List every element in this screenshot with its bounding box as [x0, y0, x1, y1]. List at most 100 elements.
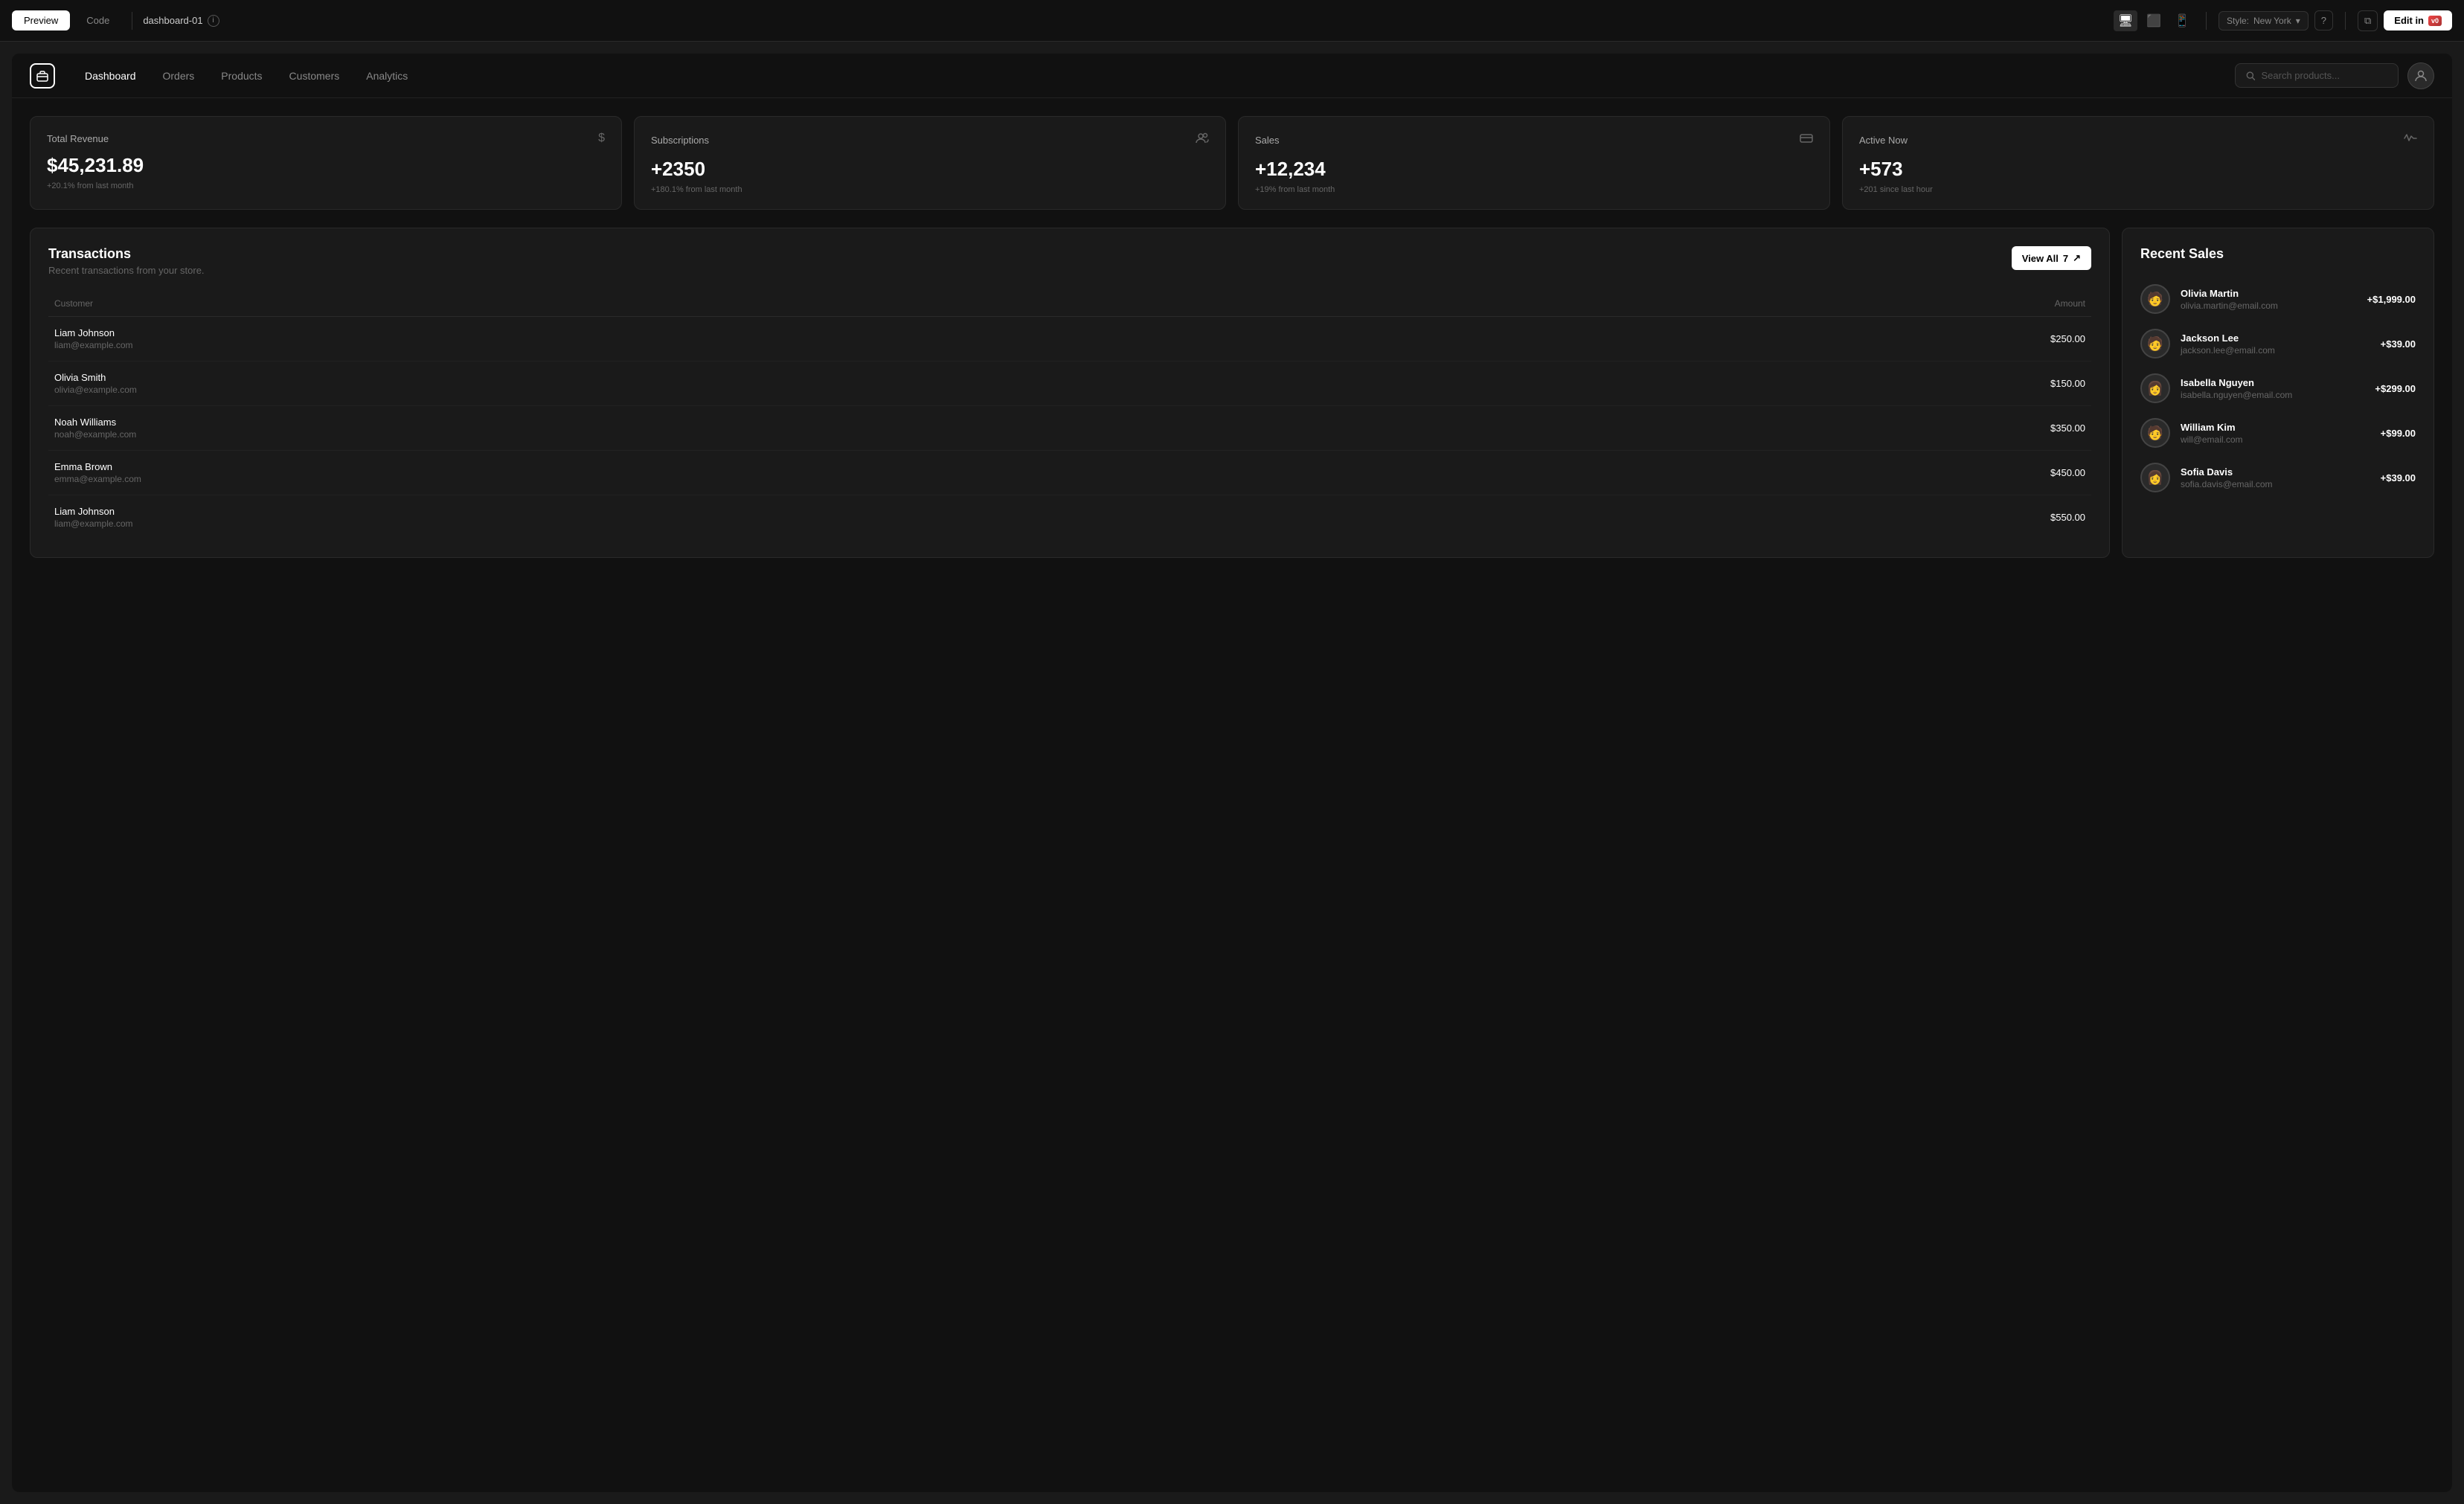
sale-name: Sofia Davis: [2181, 466, 2370, 478]
stat-label-sales: Sales: [1255, 135, 1280, 146]
toolbar-divider-2: [2206, 12, 2207, 30]
tx-email: noah@example.com: [54, 429, 1428, 440]
arrow-icon: ↗: [2073, 252, 2081, 264]
nav-link-dashboard[interactable]: Dashboard: [73, 64, 148, 88]
style-selector[interactable]: Style: New York ▾: [2218, 11, 2309, 30]
tx-amount-cell: $250.00: [1434, 317, 2091, 361]
tx-name: Emma Brown: [54, 461, 1428, 472]
view-all-label: View All: [2022, 253, 2059, 264]
logo-icon: [30, 63, 55, 89]
preview-tab[interactable]: Preview: [12, 10, 70, 30]
sale-name: Jackson Lee: [2181, 332, 2370, 344]
search-bar[interactable]: [2235, 63, 2399, 88]
tablet-landscape-icon[interactable]: ⬛: [2142, 10, 2166, 31]
sale-amount: +$39.00: [2381, 338, 2416, 350]
sales-list: 🧑 Olivia Martin olivia.martin@email.com …: [2140, 277, 2416, 500]
sale-avatar: 👩: [2140, 463, 2170, 492]
sale-name: Olivia Martin: [2181, 288, 2357, 299]
copy-button[interactable]: ⧉: [2358, 10, 2378, 31]
tx-customer-cell: Liam Johnson liam@example.com: [48, 317, 1434, 361]
sale-email: jackson.lee@email.com: [2181, 345, 2370, 356]
help-button[interactable]: ?: [2314, 10, 2333, 30]
table-row: Noah Williams noah@example.com $350.00: [48, 406, 2091, 451]
code-tab[interactable]: Code: [74, 10, 121, 30]
tx-name: Liam Johnson: [54, 506, 1428, 517]
transactions-header: Transactions Recent transactions from yo…: [48, 246, 2091, 276]
app-wrapper: Dashboard Orders Products Customers Anal…: [12, 54, 2452, 1492]
transactions-table: Customer Amount Liam Johnson liam@exampl…: [48, 291, 2091, 539]
activity-svg: [2404, 132, 2417, 145]
tx-customer-cell: Emma Brown emma@example.com: [48, 451, 1434, 495]
recent-sales-title: Recent Sales: [2140, 246, 2416, 262]
sale-info: William Kim will@email.com: [2181, 422, 2370, 445]
stat-value-subs: +2350: [651, 158, 1209, 181]
list-item: 🧑 Jackson Lee jackson.lee@email.com +$39…: [2140, 321, 2416, 366]
transactions-card: Transactions Recent transactions from yo…: [30, 228, 2110, 558]
table-row: Liam Johnson liam@example.com $250.00: [48, 317, 2091, 361]
stat-card-total-revenue: Total Revenue $ $45,231.89 +20.1% from l…: [30, 116, 622, 210]
tx-customer-cell: Noah Williams noah@example.com: [48, 406, 1434, 451]
sale-info: Sofia Davis sofia.davis@email.com: [2181, 466, 2370, 489]
tx-name: Olivia Smith: [54, 372, 1428, 383]
user-avatar[interactable]: [2407, 62, 2434, 89]
view-all-button[interactable]: View All 7 ↗: [2012, 246, 2091, 270]
dollar-icon: $: [598, 132, 605, 145]
stat-label-active: Active Now: [1859, 135, 1908, 146]
tx-amount-cell: $150.00: [1434, 361, 2091, 406]
stat-sub-active: +201 since last hour: [1859, 185, 2417, 194]
stat-sub-sales: +19% from last month: [1255, 185, 1813, 194]
recent-sales-card: Recent Sales 🧑 Olivia Martin olivia.mart…: [2122, 228, 2434, 558]
sale-amount: +$39.00: [2381, 472, 2416, 483]
toolbar-left: Preview Code dashboard-01 i: [12, 10, 219, 30]
desktop-icon[interactable]: 🖥: [2114, 10, 2137, 31]
stat-value-sales: +12,234: [1255, 158, 1813, 181]
edit-button[interactable]: Edit in v0: [2384, 10, 2452, 30]
edit-logo-icon: v0: [2428, 16, 2442, 26]
stat-card-header: Total Revenue $: [47, 132, 605, 145]
creditcard-svg: [1800, 132, 1813, 145]
bottom-grid: Transactions Recent transactions from yo…: [30, 228, 2434, 558]
sale-amount: +$1,999.00: [2367, 294, 2416, 305]
sale-avatar: 👩: [2140, 373, 2170, 403]
stat-card-header-active: Active Now: [1859, 132, 2417, 149]
nav-link-analytics[interactable]: Analytics: [354, 64, 420, 88]
nav-link-products[interactable]: Products: [209, 64, 274, 88]
transactions-subtitle: Recent transactions from your store.: [48, 265, 205, 276]
tx-amount-cell: $550.00: [1434, 495, 2091, 540]
stat-label-revenue: Total Revenue: [47, 133, 109, 144]
sale-info: Jackson Lee jackson.lee@email.com: [2181, 332, 2370, 356]
stat-card-active: Active Now +573 +201 since last hour: [1842, 116, 2434, 210]
nav-link-customers[interactable]: Customers: [277, 64, 352, 88]
stat-card-header-sales: Sales: [1255, 132, 1813, 149]
sale-amount: +$299.00: [2375, 383, 2416, 394]
tx-email: liam@example.com: [54, 340, 1428, 350]
chevron-down-icon: ▾: [2296, 16, 2300, 26]
sale-name: Isabella Nguyen: [2181, 377, 2364, 388]
users-icon: [1196, 132, 1209, 149]
tx-name: Liam Johnson: [54, 327, 1428, 338]
tx-customer-cell: Liam Johnson liam@example.com: [48, 495, 1434, 540]
sale-avatar: 🧑: [2140, 418, 2170, 448]
tx-email: liam@example.com: [54, 518, 1428, 529]
filename-text: dashboard-01: [143, 15, 202, 26]
tx-name: Noah Williams: [54, 417, 1428, 428]
stat-label-subs: Subscriptions: [651, 135, 709, 146]
list-item: 🧑 William Kim will@email.com +$99.00: [2140, 411, 2416, 455]
table-row: Olivia Smith olivia@example.com $150.00: [48, 361, 2091, 406]
edit-label: Edit in: [2394, 15, 2424, 26]
tx-email: emma@example.com: [54, 474, 1428, 484]
search-input[interactable]: [2261, 70, 2387, 81]
table-row: Emma Brown emma@example.com $450.00: [48, 451, 2091, 495]
tablet-portrait-icon[interactable]: 📱: [2170, 10, 2194, 31]
nav-links: Dashboard Orders Products Customers Anal…: [73, 64, 2235, 88]
sale-avatar: 🧑: [2140, 329, 2170, 359]
sale-name: William Kim: [2181, 422, 2370, 433]
activity-icon: [2404, 132, 2417, 149]
search-icon: [2246, 71, 2255, 81]
info-icon[interactable]: i: [208, 15, 219, 27]
toolbar-right: 🖥 ⬛ 📱 Style: New York ▾ ? ⧉ Edit in v0: [2114, 10, 2452, 31]
tx-email: olivia@example.com: [54, 385, 1428, 395]
nav-link-orders[interactable]: Orders: [151, 64, 207, 88]
sale-email: isabella.nguyen@email.com: [2181, 390, 2364, 400]
style-label: Style:: [2227, 16, 2249, 26]
